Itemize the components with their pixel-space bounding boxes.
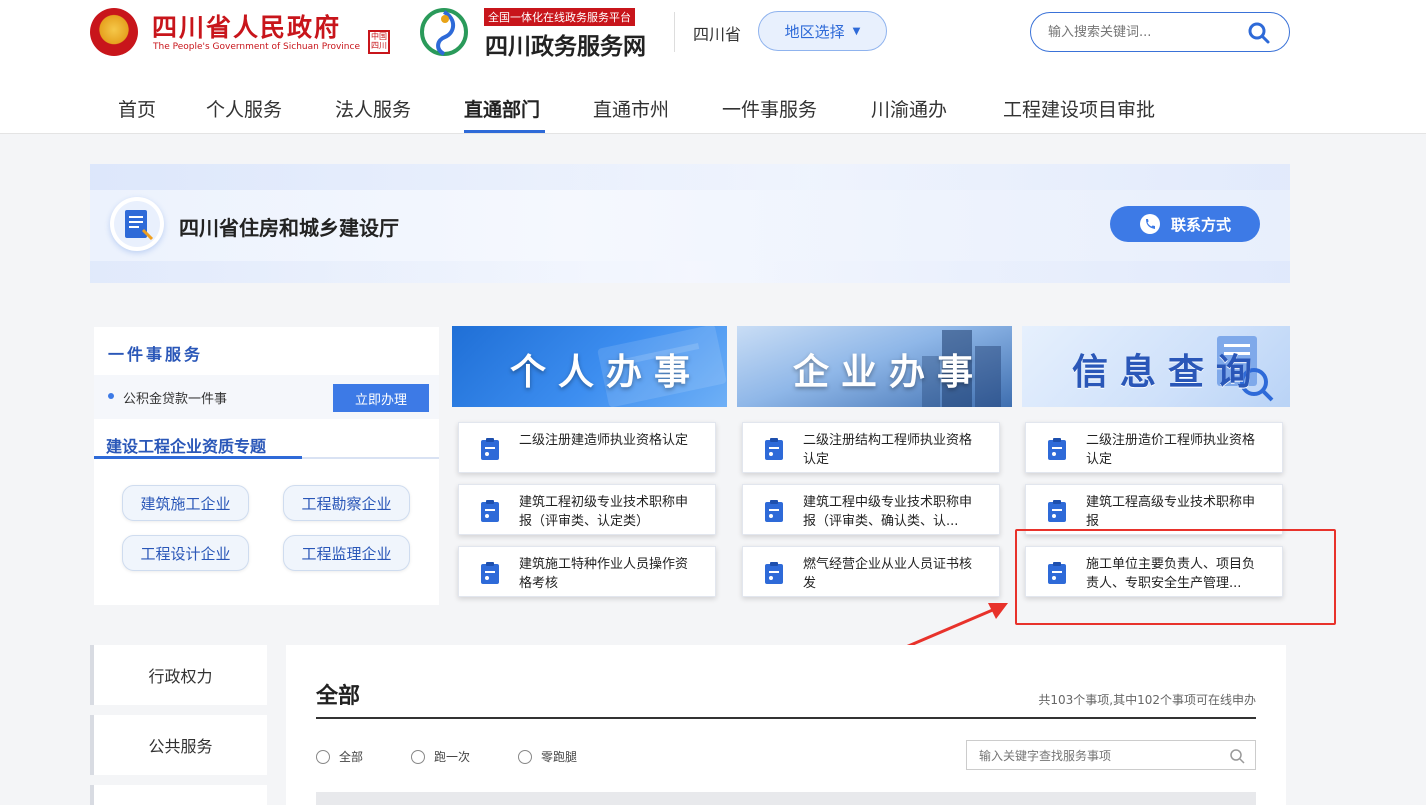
radio-run-once[interactable]: 跑一次 bbox=[411, 748, 470, 765]
list-title: 全部 bbox=[316, 684, 361, 709]
radio-circle-icon[interactable] bbox=[411, 749, 425, 764]
radio-zero-run[interactable]: 零跑腿 bbox=[518, 748, 577, 765]
contact-button[interactable]: 联系方式 bbox=[1110, 206, 1260, 242]
list-title-divider bbox=[316, 717, 1256, 719]
radio-zero-run-label: 零跑腿 bbox=[541, 750, 578, 764]
radio-circle-icon[interactable] bbox=[518, 749, 532, 764]
service-list-panel: 全部 共103个事项,其中102个事项可在线申办 全部 跑一次 零跑腿 bbox=[286, 645, 1286, 805]
tab-public-service[interactable]: 公共服务 bbox=[90, 715, 267, 775]
radio-run-once-label: 跑一次 bbox=[434, 750, 471, 764]
search-icon[interactable] bbox=[1229, 748, 1245, 764]
service-filter-input[interactable] bbox=[979, 747, 1219, 765]
list-count: 共103个事项,其中102个事项可在线申办 bbox=[1038, 693, 1256, 707]
department-name: 四川省住房和城乡建设厅 bbox=[179, 216, 399, 240]
tab-administrative-power[interactable]: 行政权力 bbox=[90, 645, 267, 705]
phone-icon bbox=[1139, 214, 1160, 234]
radio-all-label: 全部 bbox=[339, 750, 364, 764]
tab-more[interactable] bbox=[90, 785, 267, 805]
radio-all[interactable]: 全部 bbox=[316, 748, 363, 765]
document-icon bbox=[110, 197, 164, 251]
table-header bbox=[316, 792, 1256, 805]
radio-circle-icon[interactable] bbox=[316, 749, 330, 764]
service-filter bbox=[966, 740, 1256, 770]
contact-button-label: 联系方式 bbox=[1170, 215, 1231, 234]
